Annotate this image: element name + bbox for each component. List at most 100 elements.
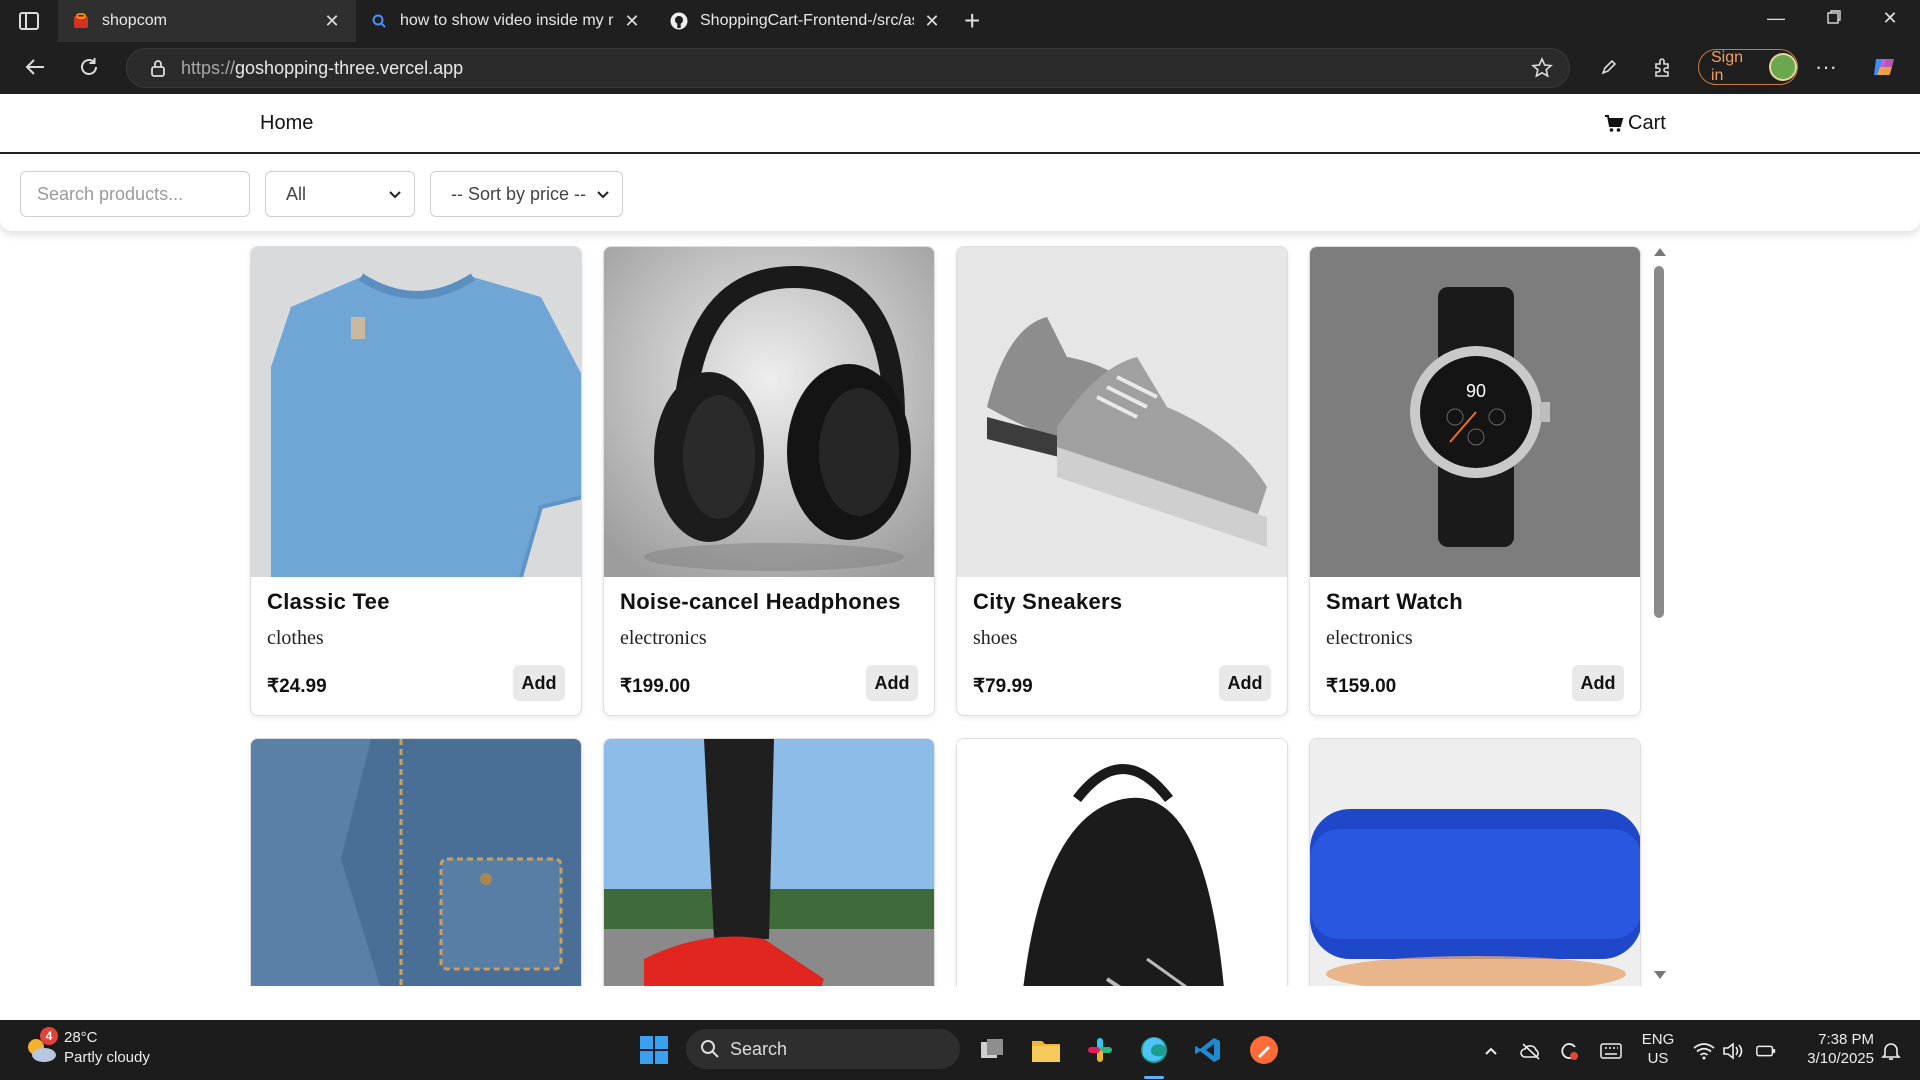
category-select[interactable]: All xyxy=(265,171,415,217)
tab-github[interactable]: ShoppingCart-Frontend-/src/asse ✕ xyxy=(656,0,956,42)
scroll-up-arrow-icon[interactable] xyxy=(1654,248,1666,256)
volume-icon[interactable] xyxy=(1722,1040,1744,1062)
product-category: clothes xyxy=(267,627,324,649)
wifi-icon[interactable] xyxy=(1693,1040,1715,1062)
home-link[interactable]: Home xyxy=(260,112,313,135)
app-navbar: Home Cart xyxy=(0,94,1920,154)
sort-select[interactable]: -- Sort by price -- xyxy=(430,171,623,217)
back-arrow-icon[interactable] xyxy=(20,52,50,82)
product-card: Noise-cancel Headphones electronics ₹199… xyxy=(603,246,935,716)
url-text: https://goshopping-three.vercel.app xyxy=(181,57,464,78)
add-to-cart-button[interactable]: Add xyxy=(513,665,565,701)
browser-toolbar: https://goshopping-three.vercel.app Sign… xyxy=(0,42,1920,94)
search-icon xyxy=(701,1040,719,1058)
github-icon xyxy=(670,12,688,30)
cart-icon xyxy=(1605,114,1624,132)
search-input[interactable]: Search products... xyxy=(20,171,250,217)
weather-temperature: 28°C xyxy=(64,1029,98,1046)
file-explorer-icon[interactable] xyxy=(1026,1030,1066,1070)
chevron-up-icon[interactable] xyxy=(1480,1040,1502,1062)
tab-title: how to show video inside my reac xyxy=(400,12,614,29)
scroll-down-arrow-icon[interactable] xyxy=(1654,971,1666,979)
backpack-image xyxy=(957,739,1287,986)
copilot-icon[interactable] xyxy=(1870,53,1898,81)
add-to-cart-button[interactable]: Add xyxy=(866,665,918,701)
page-scrollbar[interactable] xyxy=(1652,246,1668,981)
category-selected-value: All xyxy=(286,183,307,204)
onedrive-offline-icon[interactable] xyxy=(1520,1040,1542,1062)
active-app-indicator xyxy=(1144,1076,1164,1079)
address-bar[interactable]: https://goshopping-three.vercel.app xyxy=(126,48,1570,88)
product-card: City Sneakers shoes ₹79.99 Add xyxy=(956,246,1288,716)
filter-bar: Search products... All -- Sort by price … xyxy=(0,155,1920,231)
notifications-icon[interactable] xyxy=(1880,1040,1902,1062)
product-category: electronics xyxy=(620,627,707,649)
clock-date: 3/10/2025 xyxy=(1807,1050,1874,1067)
minimize-icon[interactable]: — xyxy=(1756,8,1796,29)
weather-widget[interactable]: 4 28°C Partly cloudy xyxy=(22,1027,150,1068)
shop-favicon-icon xyxy=(72,12,90,30)
headphones-image xyxy=(604,247,934,577)
product-price: ₹24.99 xyxy=(267,676,327,697)
product-card xyxy=(250,738,582,986)
vscode-icon[interactable] xyxy=(1188,1030,1228,1070)
more-menu-icon[interactable]: ··· xyxy=(1812,53,1840,81)
scrollbar-thumb[interactable] xyxy=(1654,266,1664,618)
postman-icon[interactable] xyxy=(1244,1030,1284,1070)
extensions-icon[interactable] xyxy=(1649,53,1677,81)
sidebar-toggle-icon[interactable] xyxy=(18,10,40,32)
shop-app: Home Cart Search products... All -- Sort… xyxy=(0,94,1920,1019)
weather-alert-badge: 4 xyxy=(40,1027,58,1045)
product-price: ₹79.99 xyxy=(973,676,1033,697)
tab-title: ShoppingCart-Frontend-/src/asse xyxy=(700,12,914,29)
slack-icon[interactable] xyxy=(1080,1030,1120,1070)
new-tab-icon[interactable]: + xyxy=(964,6,980,36)
partly-cloudy-icon: 4 xyxy=(22,1027,60,1067)
svg-text:90: 90 xyxy=(1466,381,1486,401)
add-to-cart-button[interactable]: Add xyxy=(1572,665,1624,701)
browser-chrome: shopcom ✕ how to show video inside my re… xyxy=(0,0,1920,94)
lock-icon[interactable] xyxy=(149,59,167,77)
add-to-cart-button[interactable]: Add xyxy=(1219,665,1271,701)
close-tab-icon[interactable]: ✕ xyxy=(322,11,342,32)
favorite-star-icon[interactable] xyxy=(1531,57,1553,79)
tab-shopcom[interactable]: shopcom ✕ xyxy=(58,0,356,42)
sign-in-button[interactable]: Sign in xyxy=(1698,49,1798,85)
language-indicator[interactable]: ENG US xyxy=(1640,1030,1676,1068)
product-card xyxy=(603,738,935,986)
product-card xyxy=(956,738,1288,986)
task-view-icon[interactable] xyxy=(972,1030,1012,1070)
reload-icon[interactable] xyxy=(74,52,104,82)
chevron-down-icon xyxy=(596,186,610,207)
product-card: Classic Tee clothes ₹24.99 Add xyxy=(250,246,582,716)
taskbar-search[interactable]: Search xyxy=(686,1029,960,1069)
tshirt-image xyxy=(251,247,581,577)
sneakers-image xyxy=(957,247,1287,577)
tab-video-search[interactable]: how to show video inside my reac ✕ xyxy=(356,0,656,42)
clock-time: 7:38 PM xyxy=(1818,1031,1874,1048)
close-window-icon[interactable]: ✕ xyxy=(1870,8,1910,29)
windows-start-icon[interactable] xyxy=(634,1030,674,1070)
product-card: 90 Smart Watch electronics ₹159.00 Add xyxy=(1309,246,1641,716)
pen-icon[interactable] xyxy=(1595,53,1623,81)
product-category: shoes xyxy=(973,627,1018,649)
battery-icon[interactable] xyxy=(1755,1040,1777,1062)
sync-icon[interactable] xyxy=(1558,1040,1580,1062)
tab-strip: shopcom ✕ how to show video inside my re… xyxy=(0,0,1920,42)
product-name: City Sneakers xyxy=(973,589,1123,614)
speaker-image xyxy=(1310,739,1640,986)
denim-jacket-image xyxy=(251,739,581,986)
clock[interactable]: 7:38 PM 3/10/2025 xyxy=(1790,1030,1874,1068)
keyboard-icon[interactable] xyxy=(1600,1040,1622,1062)
cart-link[interactable]: Cart xyxy=(1604,112,1666,135)
restore-icon[interactable] xyxy=(1814,8,1854,29)
product-category: electronics xyxy=(1326,627,1413,649)
language-code: ENG xyxy=(1641,1031,1675,1048)
product-grid: Classic Tee clothes ₹24.99 Add Noise-can… xyxy=(0,246,1920,986)
region-code: US xyxy=(1647,1050,1669,1067)
taskbar-search-label: Search xyxy=(730,1038,788,1059)
sort-selected-value: -- Sort by price -- xyxy=(451,183,587,204)
close-tab-icon[interactable]: ✕ xyxy=(622,11,642,32)
close-tab-icon[interactable]: ✕ xyxy=(922,11,942,32)
edge-browser-icon[interactable] xyxy=(1134,1030,1174,1070)
